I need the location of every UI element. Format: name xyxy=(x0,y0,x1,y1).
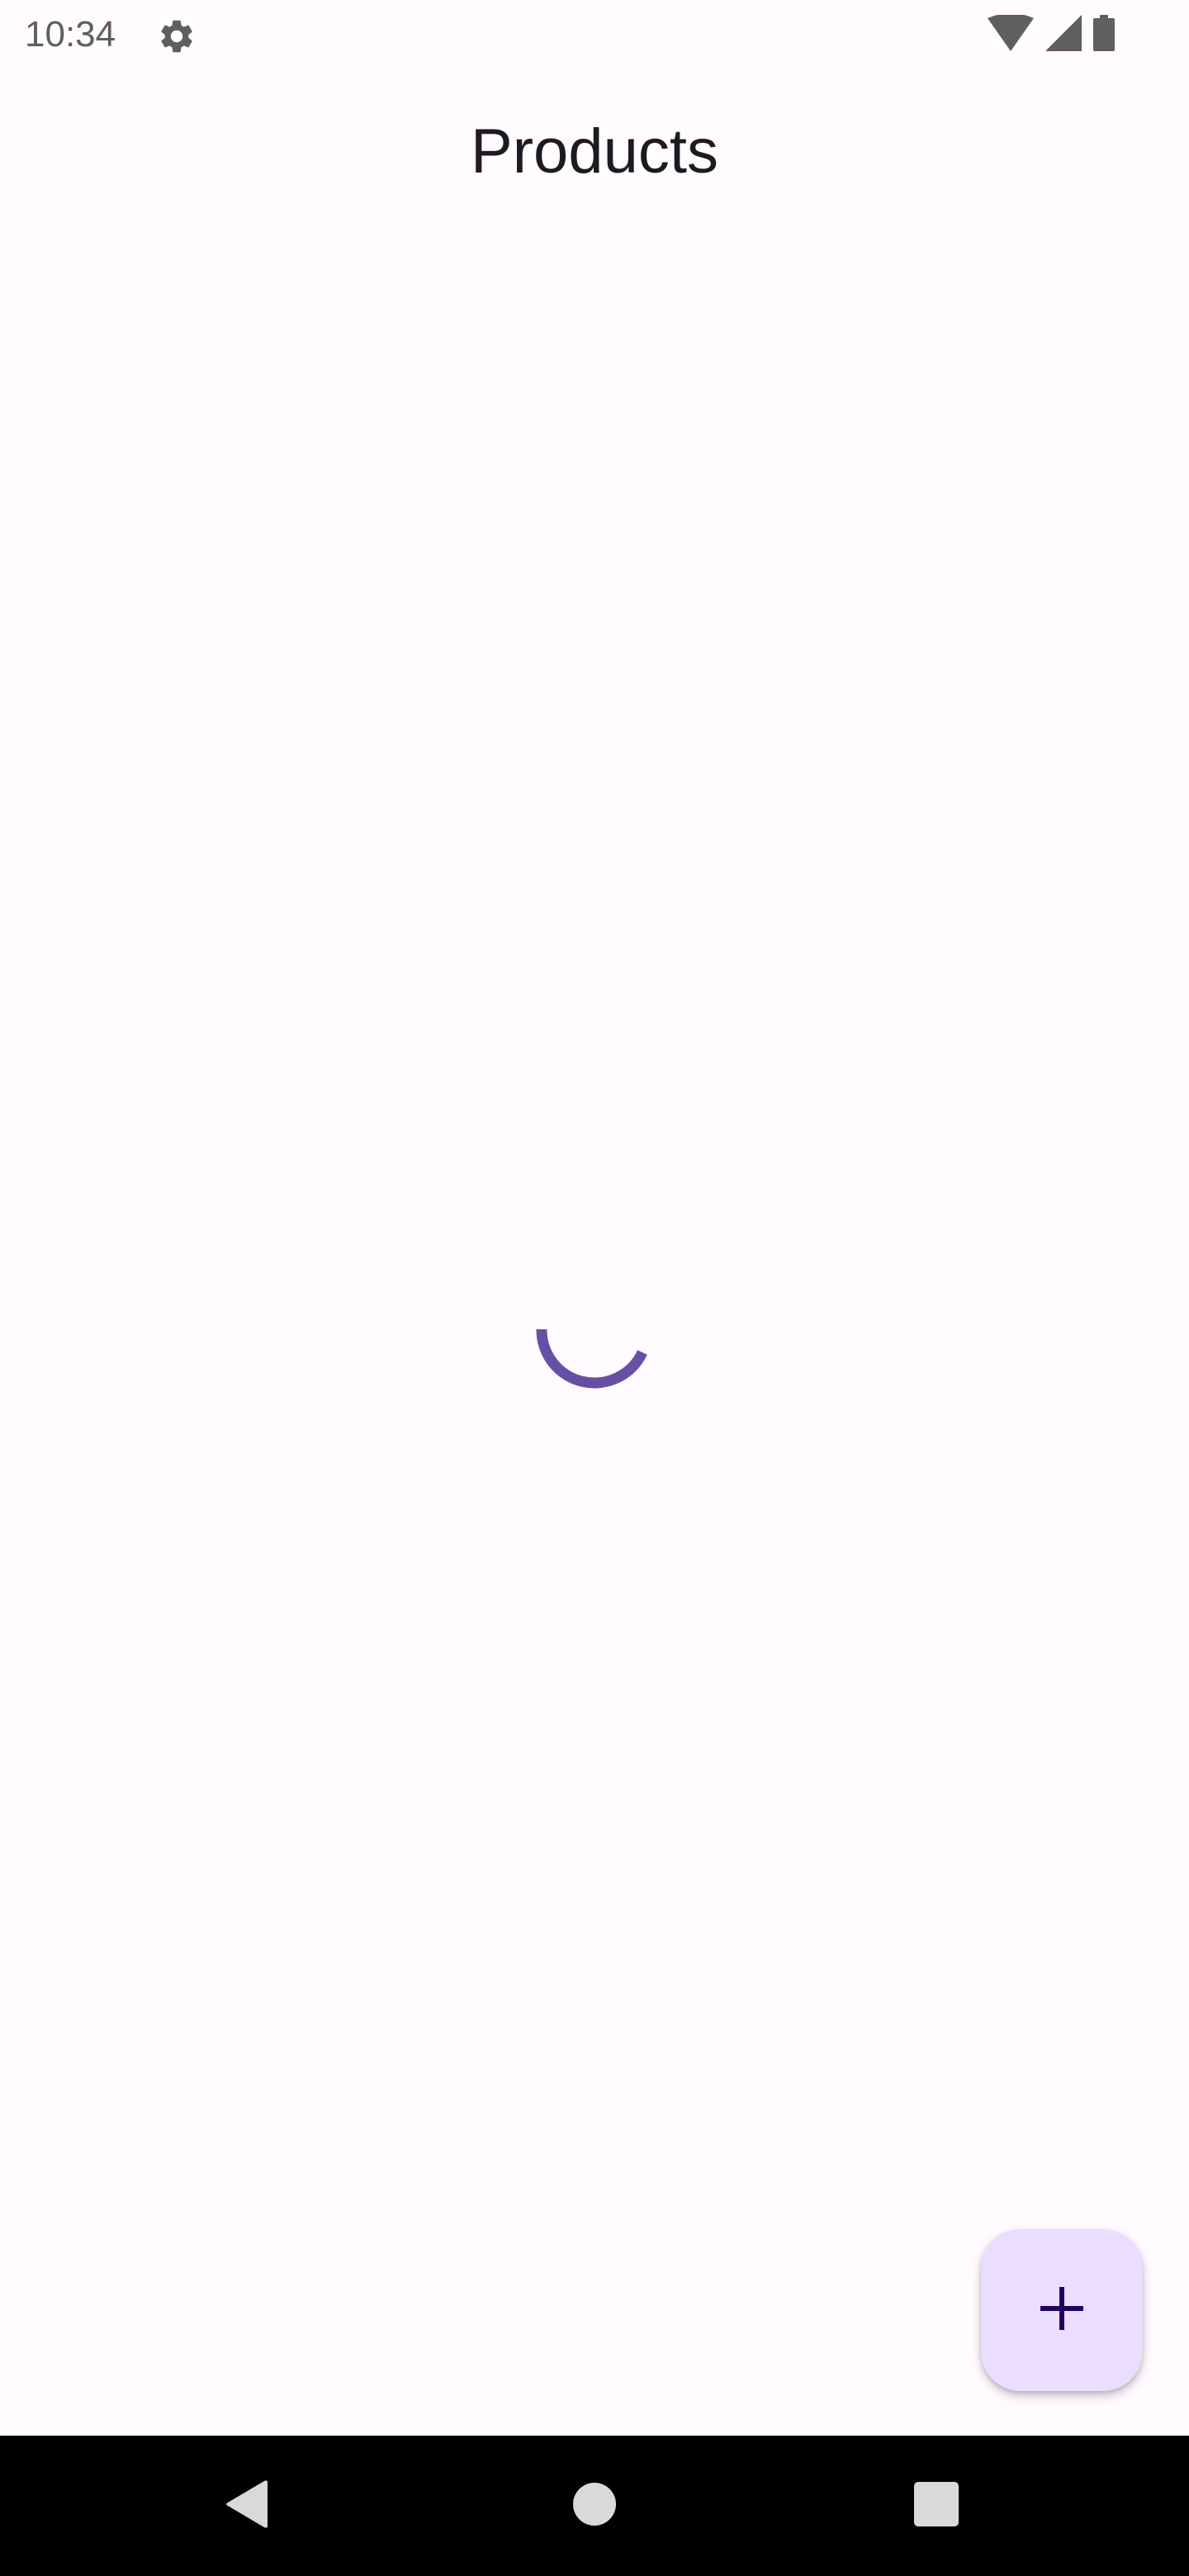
gear-icon xyxy=(157,17,197,56)
system-navigation-bar xyxy=(0,2436,1189,2576)
products-screen: 10:34 Products xyxy=(0,0,1189,2576)
page-title: Products xyxy=(471,116,718,187)
recents-icon xyxy=(914,2481,959,2531)
plus-icon xyxy=(1037,2284,1087,2337)
top-app-bar: Products xyxy=(0,69,1189,226)
back-icon xyxy=(225,2479,271,2533)
nav-home-button[interactable] xyxy=(512,2436,677,2576)
cellular-signal-icon xyxy=(1045,14,1082,55)
nav-back-button[interactable] xyxy=(165,2436,330,2576)
status-time: 10:34 xyxy=(25,14,116,54)
add-product-button[interactable] xyxy=(981,2229,1143,2391)
loading-spinner xyxy=(528,1263,661,1395)
wifi-icon xyxy=(988,12,1034,55)
status-bar: 10:34 xyxy=(0,0,1189,69)
battery-icon xyxy=(1093,14,1115,55)
status-icons xyxy=(988,12,1115,55)
nav-recents-button[interactable] xyxy=(854,2436,1019,2576)
home-icon xyxy=(572,2482,617,2531)
